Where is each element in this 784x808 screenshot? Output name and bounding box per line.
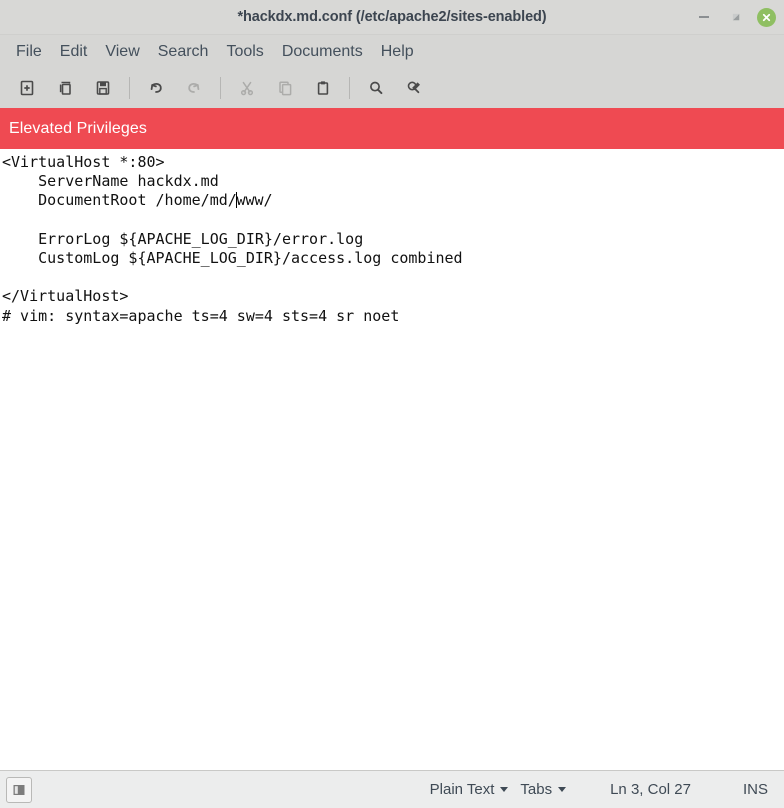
open-document-icon <box>59 81 71 95</box>
copy-button[interactable] <box>266 72 304 104</box>
toolbar <box>0 68 784 108</box>
paste-icon <box>317 81 329 95</box>
cut-icon <box>240 81 254 96</box>
indentation-label: Tabs <box>520 781 553 798</box>
find-replace-button[interactable] <box>395 72 433 104</box>
elevated-privileges-banner: Elevated Privileges <box>0 108 784 149</box>
status-bar-right: Plain Text Tabs Ln 3, Col 27 INS <box>424 778 784 801</box>
window-controls <box>693 0 776 34</box>
menu-edit[interactable]: Edit <box>51 40 97 64</box>
menu-search[interactable]: Search <box>149 40 218 64</box>
save-button[interactable] <box>84 72 122 104</box>
open-document-button[interactable] <box>46 72 84 104</box>
code-line: <VirtualHost *:80> <box>2 153 165 171</box>
toolbar-separator <box>220 77 221 99</box>
code-line: ErrorLog ${APACHE_LOG_DIR}/error.log <box>2 229 364 248</box>
undo-button[interactable] <box>137 72 175 104</box>
maximize-button[interactable] <box>725 6 747 28</box>
save-icon <box>96 81 110 95</box>
menu-documents[interactable]: Documents <box>273 40 372 64</box>
find-button[interactable] <box>357 72 395 104</box>
minimize-button[interactable] <box>693 6 715 28</box>
chevron-down-icon <box>500 787 509 792</box>
copy-icon <box>279 81 292 96</box>
code-line-with-cursor: DocumentRoot /home/md/www/ <box>2 191 273 210</box>
language-label: Plain Text <box>429 781 495 798</box>
menu-tools[interactable]: Tools <box>217 40 272 64</box>
menu-bar: File Edit View Search Tools Documents He… <box>0 35 784 68</box>
close-icon <box>762 13 771 21</box>
insert-mode-indicator: INS <box>742 781 768 798</box>
status-bar: Plain Text Tabs Ln 3, Col 27 INS <box>0 770 784 808</box>
elevated-privileges-label: Elevated Privileges <box>9 119 147 137</box>
find-replace-icon <box>407 81 420 94</box>
menu-view[interactable]: View <box>96 40 148 64</box>
side-panel-icon <box>13 784 25 795</box>
indentation-selector[interactable]: Tabs <box>514 778 572 801</box>
redo-button[interactable] <box>175 72 213 104</box>
search-icon <box>370 81 383 95</box>
toolbar-separator <box>349 77 350 99</box>
side-panel-toggle-button[interactable] <box>6 776 32 803</box>
code-line: </VirtualHost> <box>2 287 129 306</box>
menu-help[interactable]: Help <box>372 40 423 64</box>
undo-icon <box>150 83 162 93</box>
window-title: *hackdx.md.conf (/etc/apache2/sites-enab… <box>237 9 547 25</box>
minimize-icon <box>699 16 709 18</box>
new-document-icon <box>20 80 34 96</box>
paste-button[interactable] <box>304 72 342 104</box>
code-line-suffix: www/ <box>236 191 273 210</box>
cut-button[interactable] <box>228 72 266 104</box>
code-line: CustomLog ${APACHE_LOG_DIR}/access.log c… <box>2 249 463 268</box>
status-bar-left <box>0 776 32 803</box>
title-bar: *hackdx.md.conf (/etc/apache2/sites-enab… <box>0 0 784 35</box>
code-line: # vim: syntax=apache ts=4 sw=4 sts=4 sr … <box>2 306 400 325</box>
document-text[interactable]: <VirtualHost *:80> ServerName hackdx.md … <box>2 153 784 326</box>
code-line-prefix: DocumentRoot /home/md/ <box>2 191 237 210</box>
close-button[interactable] <box>757 7 776 27</box>
toolbar-separator <box>129 77 130 99</box>
cursor-position: Ln 3, Col 27 <box>610 781 691 798</box>
redo-icon <box>188 83 200 93</box>
language-selector[interactable]: Plain Text <box>424 778 515 801</box>
restore-icon <box>732 13 739 20</box>
menu-file[interactable]: File <box>7 40 51 64</box>
text-editor-area[interactable]: <VirtualHost *:80> ServerName hackdx.md … <box>0 149 784 770</box>
chevron-down-icon <box>558 787 567 792</box>
new-document-button[interactable] <box>8 72 46 104</box>
gedit-window: *hackdx.md.conf (/etc/apache2/sites-enab… <box>0 0 784 808</box>
code-line: ServerName hackdx.md <box>2 172 219 191</box>
